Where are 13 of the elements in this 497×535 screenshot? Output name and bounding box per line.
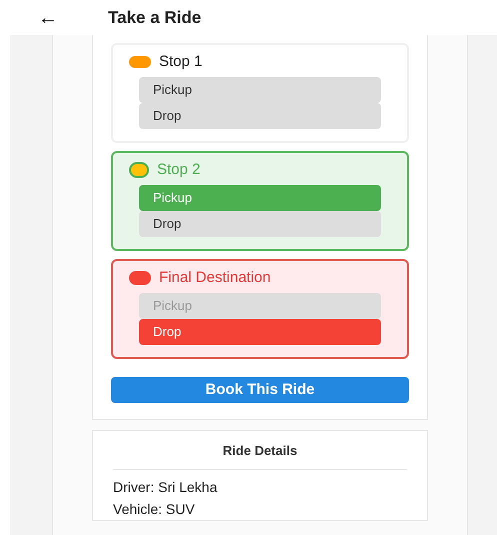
detail-line: Driver: Sri Lekha <box>113 478 218 496</box>
stop-label: Stop 2 <box>157 160 200 180</box>
option-button[interactable]: Drop <box>139 103 381 129</box>
stop-label: Stop 1 <box>159 52 202 72</box>
stop-label: Final Destination <box>159 268 271 288</box>
back-button[interactable]: ← <box>38 2 62 32</box>
book-button[interactable]: Book This Ride <box>111 377 409 403</box>
option-button[interactable]: Drop <box>139 211 381 237</box>
page-title: Take a Ride <box>108 6 202 29</box>
details-title: Ride Details <box>113 441 407 470</box>
option-button[interactable]: Pickup <box>139 77 381 103</box>
option-button[interactable]: Drop <box>139 319 381 345</box>
detail-line: Vehicle: SUV <box>113 500 196 518</box>
